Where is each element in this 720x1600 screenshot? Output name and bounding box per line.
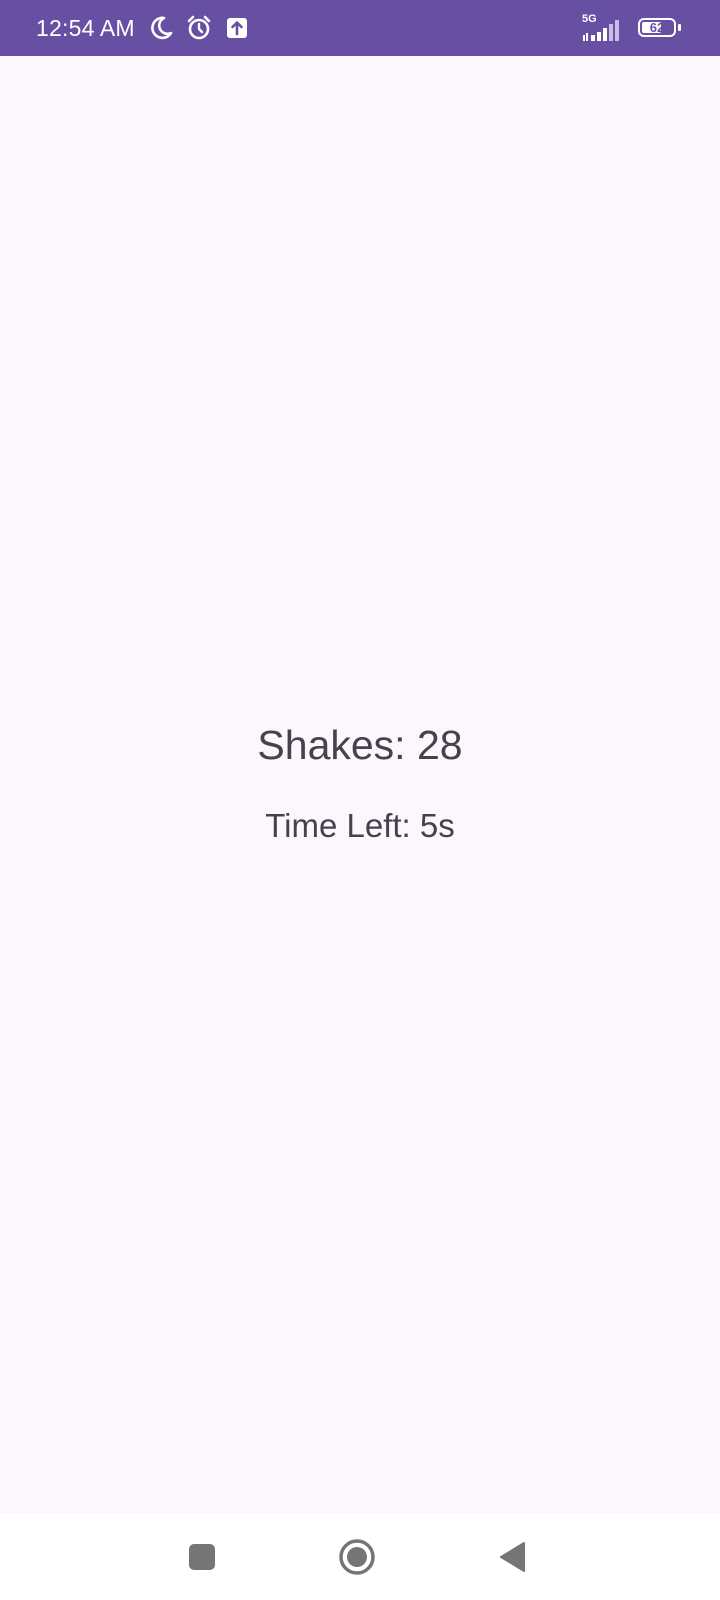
time-left-label: Time Left: 5s: [265, 807, 455, 844]
recents-icon[interactable]: [178, 1533, 226, 1581]
upload-icon: [227, 18, 247, 38]
status-right: 5G 62: [580, 13, 682, 43]
moon-icon: [151, 16, 173, 40]
main-content: Shakes: 28 Time Left: 5s: [0, 56, 720, 1513]
alarm-icon: [187, 15, 211, 40]
status-icons-left: [147, 14, 251, 42]
battery-level: 62: [649, 20, 665, 35]
status-time: 12:54 AM: [36, 15, 135, 41]
status-bar: 12:54 AM 5G 62: [0, 0, 720, 56]
navigation-bar: [0, 1513, 720, 1600]
back-icon[interactable]: [488, 1533, 536, 1581]
signal-icon: 5G: [580, 13, 628, 43]
home-icon[interactable]: [333, 1533, 381, 1581]
battery-icon: 62: [638, 15, 682, 41]
shakes-counter: Shakes: 28: [257, 722, 463, 768]
